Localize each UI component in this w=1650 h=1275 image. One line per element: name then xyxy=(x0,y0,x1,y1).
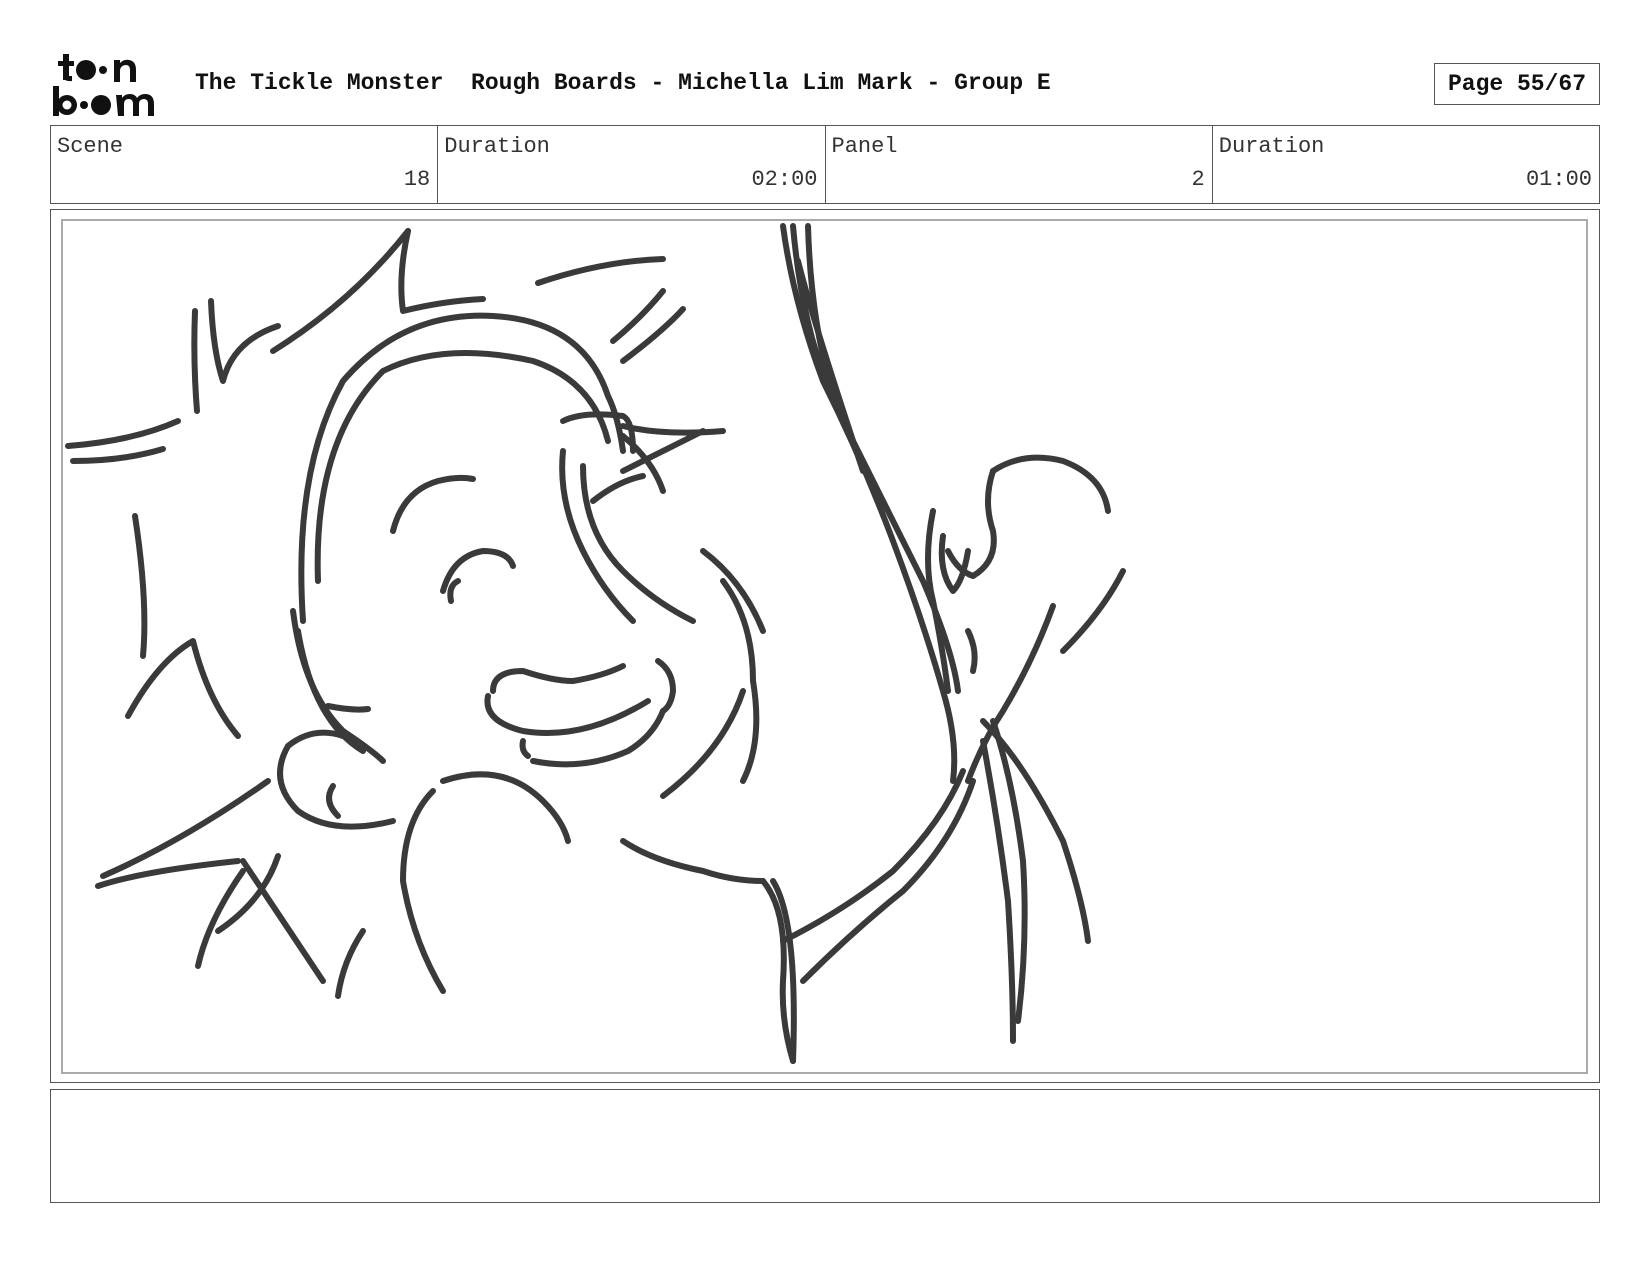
scene-cell: Scene 18 xyxy=(51,126,439,203)
page-number: Page 55/67 xyxy=(1434,63,1600,105)
storyboard-panel-frame xyxy=(50,209,1600,1083)
sketch-drawing xyxy=(65,223,1126,1064)
panel-cell: Panel 2 xyxy=(826,126,1213,203)
panel-value: 2 xyxy=(1191,167,1205,192)
monster-arm xyxy=(760,223,1126,1064)
panel-duration-cell: Duration 01:00 xyxy=(1213,126,1599,203)
panel-duration-value: 01:00 xyxy=(1525,167,1592,192)
panel-info-table: Scene 18 Duration 02:00 Panel 2 Duration… xyxy=(50,125,1600,204)
board-title: The Tickle Monster Rough Boards - Michel… xyxy=(195,70,1051,96)
scene-duration-label: Duration xyxy=(444,134,550,159)
child-hair-spikes xyxy=(65,228,686,999)
scene-duration-value: 02:00 xyxy=(751,167,818,192)
storyboard-panel-image xyxy=(61,219,1588,1074)
panel-notes-box xyxy=(50,1089,1600,1203)
scene-value: 18 xyxy=(403,167,431,192)
panel-label: Panel xyxy=(831,134,898,159)
scene-label: Scene xyxy=(57,134,124,159)
panel-duration-label: Duration xyxy=(1218,134,1325,159)
toon-boom-logo xyxy=(53,54,154,116)
child-head-outline xyxy=(277,312,766,994)
scene-duration-cell: Duration 02:00 xyxy=(438,126,826,203)
